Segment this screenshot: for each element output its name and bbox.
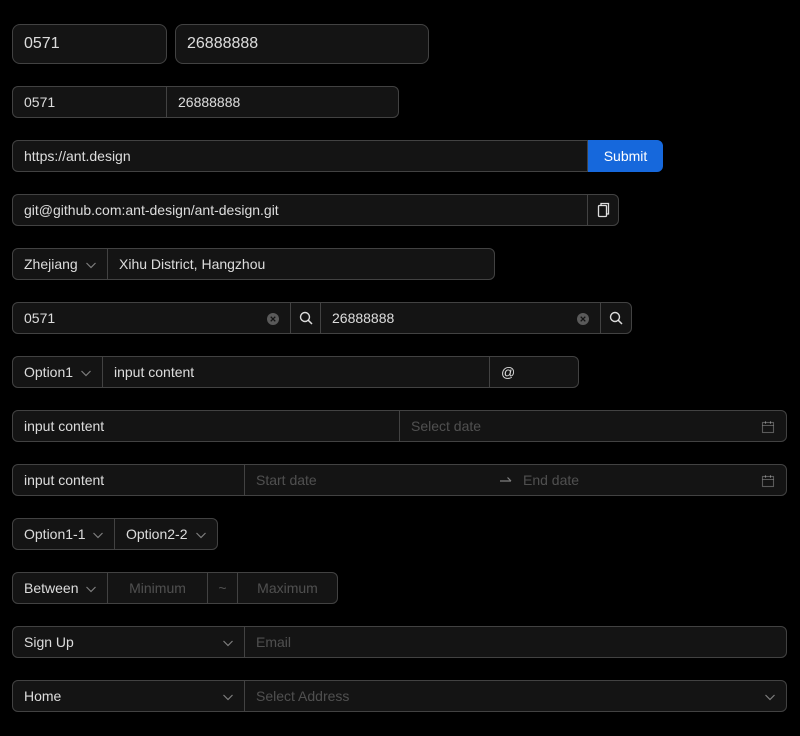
git-url-value: git@github.com:ant-design/ant-design.git: [24, 202, 279, 218]
content-value: input content: [24, 472, 105, 488]
suffix-input[interactable]: @: [489, 356, 579, 388]
mode-select[interactable]: Between: [12, 572, 108, 604]
area-search-input[interactable]: 0571: [12, 302, 291, 334]
copy-icon: [597, 202, 610, 218]
chevron-down-icon: [223, 640, 233, 647]
url-input[interactable]: https://ant.design: [12, 140, 588, 172]
signup-email-group: Sign Up Email: [12, 626, 787, 658]
province-address-group: Zhejiang Xihu District, Hangzhou: [12, 248, 495, 280]
clear-icon[interactable]: [576, 312, 590, 326]
search-icon: [609, 311, 623, 325]
area-code-value: 0571: [24, 35, 60, 52]
phone-input-compact-group: 0571 26888888: [12, 86, 399, 118]
province-value: Zhejiang: [24, 256, 78, 272]
search-inputs-group: 0571 26888888: [12, 302, 632, 334]
phone-number-value: 26888888: [187, 35, 259, 52]
address-input[interactable]: Xihu District, Hangzhou: [107, 248, 495, 280]
home-value: Home: [24, 688, 62, 704]
date-range-picker[interactable]: Start date End date: [244, 464, 787, 496]
input-date-group: input content Select date: [12, 410, 787, 442]
option2-value: Option2-2: [126, 526, 188, 542]
home-address-group: Home Select Address: [12, 680, 787, 712]
git-copy-group: git@github.com:ant-design/ant-design.git: [12, 194, 619, 226]
home-select[interactable]: Home: [12, 680, 245, 712]
chevron-down-icon: [81, 370, 91, 377]
date-picker[interactable]: Select date: [399, 410, 787, 442]
area-code-input[interactable]: 0571: [12, 24, 167, 64]
option1-value: Option1-1: [24, 526, 86, 542]
area-code-value: 0571: [24, 94, 56, 110]
content-value: input content: [114, 364, 195, 380]
content-input[interactable]: input content: [12, 410, 400, 442]
copy-button[interactable]: [587, 194, 619, 226]
option2-select[interactable]: Option2-2: [114, 518, 218, 550]
number-search-input[interactable]: 26888888: [320, 302, 601, 334]
email-placeholder: Email: [256, 634, 292, 650]
minimum-placeholder: Minimum: [129, 580, 186, 596]
signup-value: Sign Up: [24, 634, 74, 650]
mode-value: Between: [24, 580, 79, 596]
separator-text: ~: [218, 580, 227, 596]
maximum-input[interactable]: Maximum: [237, 572, 338, 604]
url-value: https://ant.design: [24, 148, 131, 164]
range-separator: ~: [207, 572, 238, 604]
option-select[interactable]: Option1: [12, 356, 103, 388]
maximum-placeholder: Maximum: [257, 580, 318, 596]
phone-number-value: 26888888: [178, 94, 241, 110]
option-input-suffix-group: Option1 input content @: [12, 356, 579, 388]
calendar-icon: [761, 475, 775, 488]
suffix-value: @: [501, 364, 516, 380]
chevron-down-icon: [223, 694, 233, 701]
phone-input-large-group: 0571 26888888: [12, 24, 429, 64]
address-cascader[interactable]: Select Address: [244, 680, 787, 712]
address-value: Xihu District, Hangzhou: [119, 256, 266, 272]
two-selects-group: Option1-1 Option2-2: [12, 518, 218, 550]
search-icon: [299, 311, 313, 325]
end-date-placeholder[interactable]: End date: [523, 472, 579, 488]
signup-select[interactable]: Sign Up: [12, 626, 245, 658]
option-value: Option1: [24, 364, 74, 380]
clear-icon[interactable]: [266, 312, 280, 326]
phone-number-input[interactable]: 26888888: [175, 24, 429, 64]
date-placeholder: Select date: [411, 418, 482, 434]
swap-arrow-icon: [500, 477, 512, 482]
phone-number-input[interactable]: 26888888: [166, 86, 399, 118]
minimum-input[interactable]: Minimum: [107, 572, 208, 604]
email-input[interactable]: Email: [244, 626, 787, 658]
address-placeholder: Select Address: [256, 688, 350, 704]
chevron-down-icon: [765, 694, 775, 701]
content-input[interactable]: input content: [12, 464, 245, 496]
search-button[interactable]: [600, 302, 632, 334]
url-submit-group: https://ant.design Submit: [12, 140, 663, 172]
start-date-placeholder[interactable]: Start date: [256, 472, 500, 488]
search-button[interactable]: [290, 302, 321, 334]
number-search-value: 26888888: [332, 310, 395, 326]
input-range-group: input content Start date End date: [12, 464, 787, 496]
chevron-down-icon: [196, 532, 206, 539]
province-select[interactable]: Zhejiang: [12, 248, 108, 280]
chevron-down-icon: [93, 532, 103, 539]
submit-button[interactable]: Submit: [588, 140, 663, 172]
area-search-value: 0571: [24, 310, 56, 326]
option1-select[interactable]: Option1-1: [12, 518, 115, 550]
submit-label: Submit: [603, 148, 648, 164]
content-input[interactable]: input content: [102, 356, 490, 388]
range-input-group: Between Minimum ~ Maximum: [12, 572, 338, 604]
area-code-input[interactable]: 0571: [12, 86, 167, 118]
chevron-down-icon: [86, 586, 96, 593]
content-value: input content: [24, 418, 105, 434]
calendar-icon: [761, 421, 775, 434]
git-url-input[interactable]: git@github.com:ant-design/ant-design.git: [12, 194, 588, 226]
chevron-down-icon: [86, 262, 96, 269]
